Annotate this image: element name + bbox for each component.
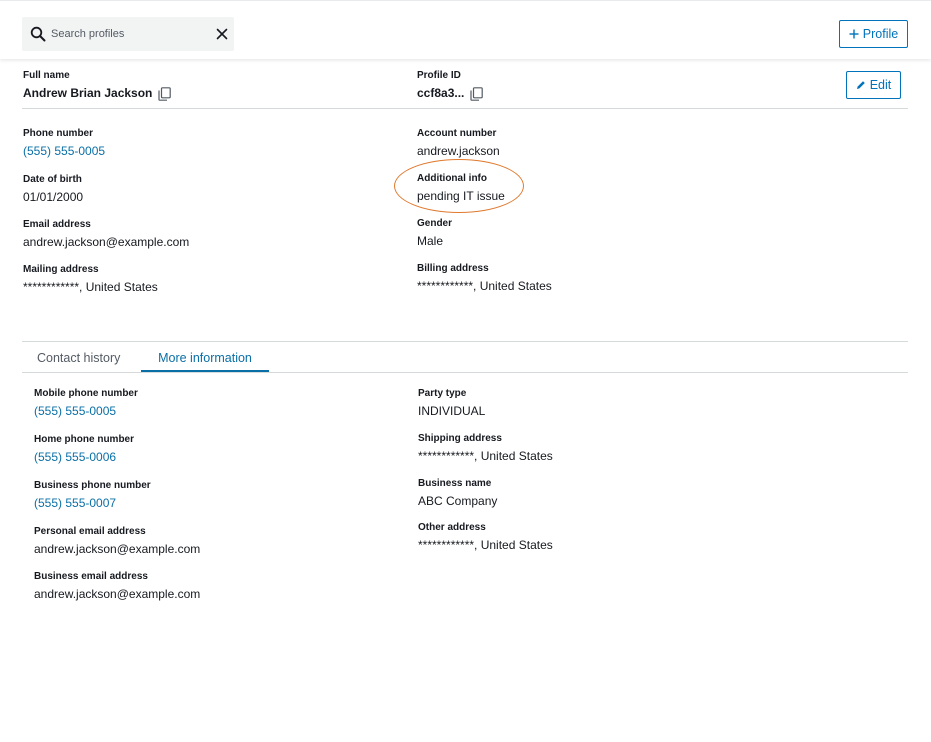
- account-field: Account number andrew.jackson: [417, 128, 500, 159]
- shipping-address-field: Shipping address ************, United St…: [418, 433, 553, 464]
- gender-label: Gender: [417, 218, 453, 229]
- party-type-field: Party type INDIVIDUAL: [418, 388, 485, 419]
- home-phone-field: Home phone number (555) 555-0006: [34, 434, 134, 465]
- shipping-address-value: ************, United States: [418, 449, 553, 463]
- mobile-phone-field: Mobile phone number (555) 555-0005: [34, 388, 138, 419]
- email-label: Email address: [23, 219, 91, 230]
- business-email-label: Business email address: [34, 571, 148, 582]
- business-name-field: Business name ABC Company: [418, 478, 497, 509]
- account-value: andrew.jackson: [417, 144, 500, 158]
- top-bar: Profile: [0, 1, 931, 59]
- phone-link[interactable]: (555) 555-0005: [23, 144, 105, 159]
- billing-address-value: ************, United States: [417, 279, 552, 293]
- plus-icon: [849, 29, 859, 39]
- business-email-value: andrew.jackson@example.com: [34, 587, 201, 601]
- mailing-address-label: Mailing address: [23, 264, 99, 275]
- additional-info-label: Additional info: [417, 173, 487, 184]
- business-name-value: ABC Company: [418, 494, 498, 508]
- full-name-label: Full name: [23, 70, 70, 81]
- home-phone-label: Home phone number: [34, 434, 135, 445]
- phone-label: Phone number: [23, 128, 94, 139]
- profile-id-field: Profile ID ccf8a3...: [417, 70, 484, 101]
- dob-value: 01/01/2000: [23, 190, 84, 204]
- business-phone-label: Business phone number: [34, 480, 151, 491]
- edit-button[interactable]: Edit: [846, 71, 901, 99]
- mailing-address-value: ************, United States: [23, 280, 158, 294]
- profile-id-value: ccf8a3...: [417, 86, 465, 100]
- header-divider: [22, 108, 908, 109]
- search-icon: [30, 26, 46, 42]
- shipping-address-label: Shipping address: [418, 433, 502, 444]
- email-field: Email address andrew.jackson@example.com: [23, 219, 189, 250]
- profile-id-label: Profile ID: [417, 70, 461, 81]
- dob-field: Date of birth 01/01/2000: [23, 174, 83, 205]
- party-type-value: INDIVIDUAL: [418, 404, 486, 418]
- pencil-icon: [856, 80, 866, 90]
- mobile-phone-link[interactable]: (555) 555-0005: [34, 404, 138, 419]
- billing-address-label: Billing address: [417, 263, 489, 274]
- phone-field: Phone number (555) 555-0005: [23, 128, 105, 159]
- account-label: Account number: [417, 128, 497, 139]
- full-name-value: Andrew Brian Jackson: [23, 86, 153, 100]
- tab-contact-history[interactable]: Contact history: [37, 344, 120, 372]
- personal-email-label: Personal email address: [34, 526, 146, 537]
- copy-icon[interactable]: [470, 86, 484, 101]
- gender-field: Gender Male: [417, 218, 452, 249]
- additional-info-value: pending IT issue: [417, 189, 505, 203]
- personal-email-field: Personal email address andrew.jackson@ex…: [34, 526, 200, 557]
- business-phone-field: Business phone number (555) 555-0007: [34, 480, 151, 511]
- edit-label: Edit: [869, 78, 892, 92]
- personal-email-value: andrew.jackson@example.com: [34, 542, 201, 556]
- add-profile-button[interactable]: Profile: [839, 20, 908, 48]
- tab-more-information[interactable]: More information: [141, 344, 269, 372]
- email-value: andrew.jackson@example.com: [23, 235, 190, 249]
- search-input[interactable]: [50, 17, 201, 51]
- tabs-bottom-divider: [22, 372, 908, 373]
- customer-profile-page: Profile Full name Andrew Brian Jackson P…: [0, 0, 931, 742]
- business-name-label: Business name: [418, 478, 492, 489]
- mailing-address-field: Mailing address ************, United Sta…: [23, 264, 158, 295]
- party-type-label: Party type: [418, 388, 467, 399]
- add-profile-label: Profile: [862, 27, 899, 41]
- other-address-field: Other address ************, United State…: [418, 522, 553, 553]
- tabs-top-divider: [22, 341, 908, 342]
- billing-address-field: Billing address ************, United Sta…: [417, 263, 552, 294]
- additional-info-field: Additional info pending IT issue: [417, 173, 505, 204]
- full-name-field: Full name Andrew Brian Jackson: [23, 70, 172, 101]
- business-email-field: Business email address andrew.jackson@ex…: [34, 571, 200, 602]
- home-phone-link[interactable]: (555) 555-0006: [34, 450, 134, 465]
- business-phone-link[interactable]: (555) 555-0007: [34, 496, 151, 511]
- other-address-label: Other address: [418, 522, 486, 533]
- search-box[interactable]: [22, 17, 234, 51]
- gender-value: Male: [417, 234, 444, 248]
- close-icon[interactable]: [215, 27, 229, 41]
- other-address-value: ************, United States: [418, 538, 553, 552]
- copy-icon[interactable]: [158, 86, 172, 101]
- dob-label: Date of birth: [23, 174, 82, 185]
- mobile-phone-label: Mobile phone number: [34, 388, 138, 399]
